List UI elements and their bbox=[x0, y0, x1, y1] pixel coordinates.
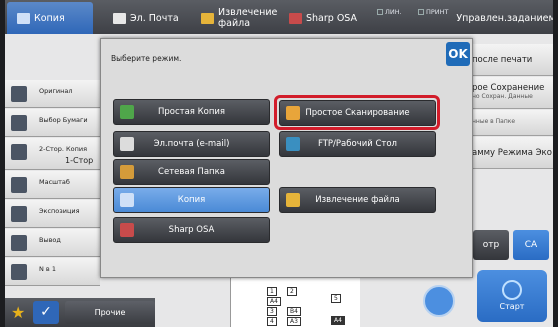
right-item-label: амму Режима Эко bbox=[472, 148, 552, 158]
side-item-label: N в 1 bbox=[39, 265, 56, 273]
copy-icon bbox=[120, 193, 134, 207]
tab-job-status[interactable]: Управлен.заданием bbox=[456, 2, 553, 34]
preview-button[interactable]: отр bbox=[473, 230, 509, 260]
mode-simple-copy-button[interactable]: Простая Копия bbox=[113, 99, 270, 125]
mode-file-retrieve-button[interactable]: Извлечение файла bbox=[279, 187, 436, 213]
osa-icon bbox=[289, 12, 302, 24]
side-item-output[interactable]: Вывод bbox=[5, 229, 100, 257]
right-item-sub: но Сохран. Данные bbox=[472, 93, 533, 100]
start-button[interactable]: Старт bbox=[477, 270, 547, 322]
paper-preview: 1 2 A4 3 B4 4 A3 5 A4 bbox=[230, 278, 360, 327]
zoom-icon bbox=[11, 177, 27, 193]
paper-size: A3 bbox=[287, 317, 301, 326]
side-item-original[interactable]: Оригинал bbox=[5, 80, 100, 108]
side-item-duplex[interactable]: 2-Стор. Копия 1-Стор bbox=[5, 138, 100, 170]
side-item-label: Вывод bbox=[39, 236, 61, 244]
folder-icon bbox=[286, 193, 300, 207]
right-item-label: рое Сохранение bbox=[472, 83, 545, 93]
proof-copy-button[interactable] bbox=[423, 285, 455, 317]
n-in-1-icon bbox=[11, 264, 27, 280]
right-item-after-print[interactable]: после печати bbox=[460, 44, 553, 76]
copy-icon bbox=[17, 12, 30, 24]
tab-copy[interactable]: Копия bbox=[7, 2, 93, 34]
bottom-bar: ★ ✓ Прочие bbox=[5, 298, 155, 327]
left-settings-panel: Оригинал Выбор Бумаги 2-Стор. Копия 1-Ст… bbox=[5, 34, 100, 327]
side-item-zoom[interactable]: Масштаб bbox=[5, 171, 100, 199]
side-item-label: Выбор Бумаги bbox=[39, 116, 88, 124]
mode-email-button[interactable]: Эл.почта (e-mail) bbox=[113, 131, 270, 157]
simple-copy-icon bbox=[120, 105, 134, 119]
tab-email[interactable]: Эл. Почта bbox=[113, 2, 193, 34]
mode-select-dialog: Выберите режим. OK Простая Копия Простое… bbox=[100, 38, 473, 278]
tab-file-retrieve[interactable]: Извлечение файла bbox=[201, 2, 281, 34]
side-item-label: Экспозиция bbox=[39, 207, 80, 215]
side-item-value: 1-Стор bbox=[65, 156, 94, 165]
start-label: Старт bbox=[499, 302, 525, 311]
envelope-icon bbox=[113, 12, 126, 24]
output-icon bbox=[11, 235, 27, 251]
star-icon[interactable]: ★ bbox=[11, 305, 25, 321]
mode-network-folder-button[interactable]: Сетевая Папка bbox=[113, 159, 270, 185]
copier-screen: Копия Эл. Почта Извлечение файла Sharp O… bbox=[5, 0, 553, 327]
exposure-icon bbox=[11, 206, 27, 222]
right-item-label: после печати bbox=[472, 55, 533, 65]
start-icon bbox=[502, 280, 522, 300]
side-item-paper-select[interactable]: Выбор Бумаги bbox=[5, 109, 100, 137]
highlight-frame bbox=[274, 95, 440, 130]
tab-label: Управлен.заданием bbox=[456, 12, 553, 24]
right-item-quick-save[interactable]: рое Сохранение но Сохран. Данные bbox=[460, 77, 553, 109]
clear-all-button[interactable]: CA bbox=[513, 230, 549, 260]
right-item-sub: нные в Папке bbox=[472, 118, 516, 125]
mode-copy-button[interactable]: Копия bbox=[113, 187, 270, 213]
osa-icon bbox=[120, 223, 134, 237]
duplex-icon bbox=[11, 144, 27, 160]
right-item-eco-program[interactable]: амму Режима Эко bbox=[460, 137, 553, 169]
side-item-label: 2-Стор. Копия bbox=[39, 145, 88, 153]
folder-icon bbox=[201, 12, 214, 24]
tab-label: Копия bbox=[34, 12, 65, 24]
paper-size: A4 bbox=[331, 316, 345, 325]
side-item-label: Оригинал bbox=[39, 87, 73, 95]
tab-label: Извлечение файла bbox=[218, 7, 278, 29]
check-button[interactable]: ✓ bbox=[33, 301, 59, 324]
monitor-icon bbox=[286, 137, 300, 151]
envelope-icon bbox=[120, 137, 134, 151]
tray-num: 2 bbox=[287, 287, 297, 296]
tab-label: Sharp OSA bbox=[306, 12, 358, 24]
tray-num: 1 bbox=[267, 287, 277, 296]
mode-ftp-desktop-button[interactable]: FTP/Рабочий Стол bbox=[279, 131, 436, 157]
print-indicator: ПРИНТ bbox=[418, 8, 449, 16]
folder-icon bbox=[120, 165, 134, 179]
line-indicator: ЛИН. bbox=[377, 8, 402, 16]
dialog-prompt: Выберите режим. bbox=[111, 54, 182, 63]
tab-label: Эл. Почта bbox=[130, 12, 179, 24]
tray-num: 5 bbox=[331, 294, 341, 303]
other-button[interactable]: Прочие bbox=[65, 301, 155, 324]
paper-size: B4 bbox=[287, 307, 301, 316]
ok-button[interactable]: OK bbox=[446, 42, 470, 66]
right-item-folder-data[interactable]: нные в Папке bbox=[460, 110, 553, 136]
tab-sharp-osa[interactable]: Sharp OSA bbox=[289, 2, 369, 34]
original-icon bbox=[11, 86, 27, 102]
side-item-exposure[interactable]: Экспозиция bbox=[5, 200, 100, 228]
mode-sharp-osa-button[interactable]: Sharp OSA bbox=[113, 217, 270, 243]
side-item-label: Масштаб bbox=[39, 178, 70, 186]
side-item-n-in-1[interactable]: N в 1 bbox=[5, 258, 100, 286]
paper-size: A4 bbox=[267, 297, 281, 306]
paper-icon bbox=[11, 115, 27, 131]
tray-num: 3 bbox=[267, 307, 277, 316]
tray-num: 4 bbox=[267, 317, 277, 326]
top-tab-bar: Копия Эл. Почта Извлечение файла Sharp O… bbox=[5, 0, 553, 34]
